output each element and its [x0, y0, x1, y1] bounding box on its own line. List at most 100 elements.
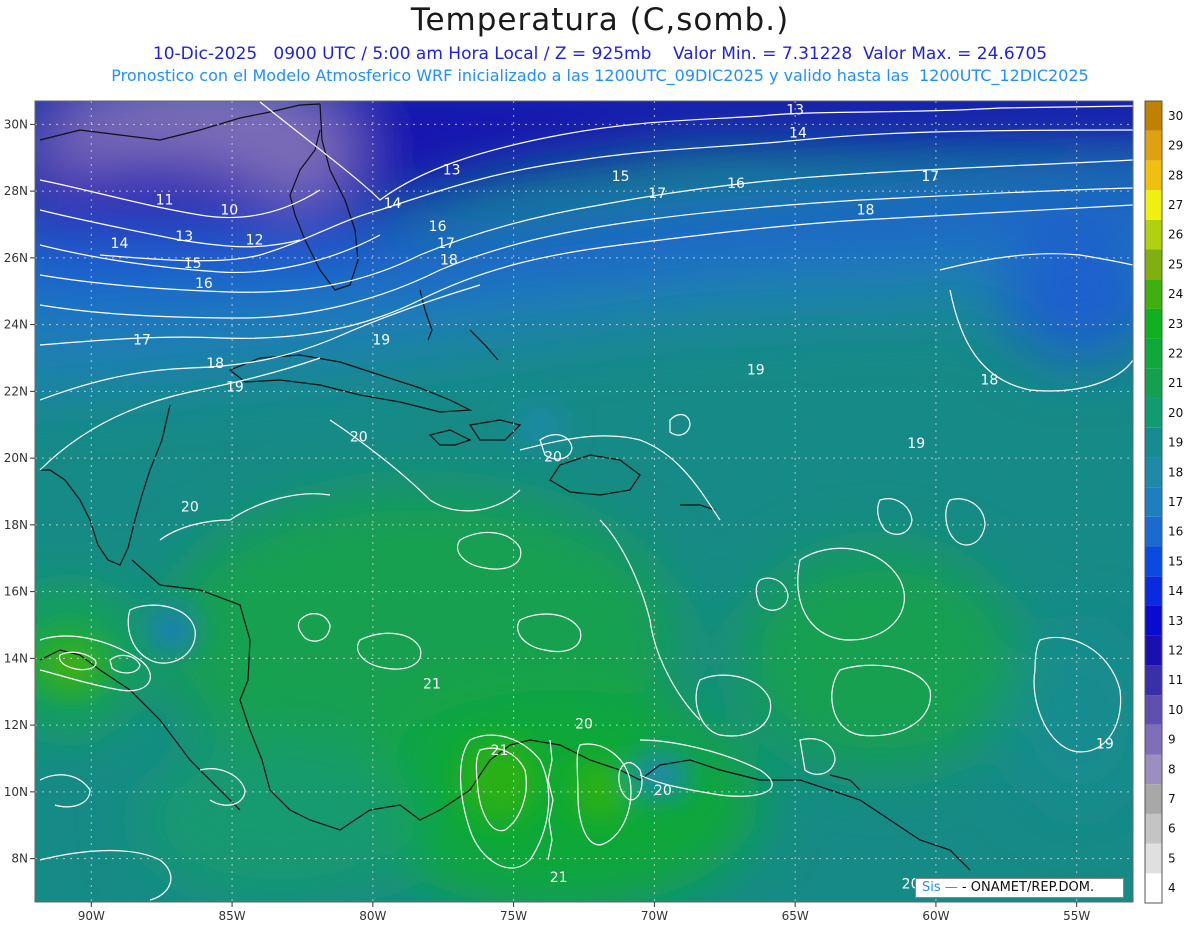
lat-tick-label: 12N	[4, 718, 28, 732]
lon-tick-label: 80W	[359, 909, 386, 923]
lat-tick-label: 18N	[4, 518, 28, 532]
colorbar-label: 5	[1168, 851, 1176, 865]
colorbar-label: 30	[1168, 109, 1183, 123]
contour-label: 20	[350, 429, 368, 445]
colorbar-label: 26	[1168, 228, 1183, 242]
colorbar-label: 15	[1168, 554, 1183, 568]
lat-tick-label: 28N	[4, 184, 28, 198]
lat-tick-label: 30N	[4, 117, 28, 131]
contour-label: 14	[789, 126, 807, 142]
lat-tick-label: 22N	[4, 384, 28, 398]
contour-label: 19	[372, 333, 390, 349]
contour-label: 17	[648, 186, 666, 202]
contour-label: 18	[440, 253, 458, 269]
colorbar-label: 4	[1168, 881, 1176, 895]
colorbar-swatch	[1145, 754, 1162, 785]
colorbar-label: 24	[1168, 287, 1183, 301]
contour-label: 13	[443, 162, 461, 178]
contour-label: 15	[612, 169, 630, 185]
colorbar-label: 14	[1168, 584, 1183, 598]
colorbar-swatch	[1145, 279, 1162, 309]
contour-label: 17	[437, 236, 455, 252]
contour-label: 21	[423, 676, 441, 692]
lon-tick-label: 55W	[1063, 909, 1090, 923]
colorbar-label: 11	[1168, 673, 1183, 687]
contour-label: 13	[175, 229, 193, 245]
colorbar-swatch	[1145, 219, 1162, 250]
contour-label: 19	[907, 436, 925, 452]
lon-tick-label: 90W	[78, 909, 105, 923]
colorbar-label: 8	[1168, 762, 1176, 776]
colorbar-label: 10	[1168, 703, 1183, 717]
lon-tick-label: 70W	[641, 909, 668, 923]
brand-wave-icon: —	[944, 880, 958, 895]
contour-label: 20	[544, 449, 562, 465]
contour-label: 18	[857, 202, 875, 218]
temperature-field: 131413 15 16 1717181110 1413 1216171814151617…	[35, 101, 1133, 902]
colorbar-label: 28	[1168, 168, 1183, 182]
lat-tick-label: 14N	[4, 651, 28, 665]
colorbar-label: 18	[1168, 465, 1183, 479]
colorbar-label: 9	[1168, 733, 1176, 747]
lat-tick-label: 16N	[4, 585, 28, 599]
colorbar-label: 13	[1168, 614, 1183, 628]
contour-label: 19	[1096, 736, 1114, 752]
colorbar-swatch	[1145, 546, 1162, 577]
colorbar-label: 7	[1168, 792, 1176, 806]
colorbar-swatch	[1145, 576, 1162, 606]
lon-tick-label: 85W	[219, 909, 246, 923]
lat-tick-label: 20N	[4, 451, 28, 465]
contour-label: 13	[786, 102, 804, 118]
contour-label: 17	[133, 333, 151, 349]
contour-label: 10	[220, 202, 238, 218]
contour-label: 19	[747, 363, 765, 379]
contour-label: 12	[246, 233, 264, 249]
colorbar-swatch	[1145, 487, 1162, 517]
contour-label: 16	[195, 276, 213, 292]
contour-label: 21	[491, 743, 509, 759]
contour-label: 19	[226, 379, 244, 395]
colorbar-label: 22	[1168, 346, 1183, 360]
contour-label: 18	[206, 356, 224, 372]
contour-label: 21	[550, 870, 568, 886]
colorbar-label: 19	[1168, 436, 1183, 450]
temperature-map: 131413 15 16 1717181110 1413 1216171814151617…	[4, 100, 1183, 923]
colorbar-swatch	[1145, 457, 1162, 488]
contour-label: 15	[184, 256, 202, 272]
colorbar-label: 17	[1168, 495, 1183, 509]
colorbar-swatch	[1145, 873, 1162, 903]
colorbar-label: 25	[1168, 257, 1183, 271]
colorbar-swatch	[1145, 338, 1162, 369]
colorbar-swatch	[1145, 516, 1162, 547]
colorbar-label: 27	[1168, 198, 1183, 212]
colorbar-swatch	[1145, 249, 1162, 280]
credit-brand: Sis	[922, 880, 941, 895]
colorbar-swatch	[1145, 101, 1162, 131]
colorbar-label: 21	[1168, 376, 1183, 390]
lon-tick-label: 60W	[922, 909, 949, 923]
contour-label: 11	[156, 192, 174, 208]
lat-tick-label: 8N	[11, 852, 28, 866]
lon-tick-label: 65W	[782, 909, 809, 923]
credit-text: - ONAMET/REP.DOM.	[961, 880, 1095, 895]
colorbar-swatch	[1145, 190, 1162, 220]
colorbar-swatch	[1145, 695, 1162, 725]
contour-label: 17	[921, 169, 939, 185]
colorbar-label: 29	[1168, 139, 1183, 153]
longitude-axis: 90W 85W 80W 75W 70W 65W 60W 55W	[78, 902, 1090, 923]
contour-label: 20	[654, 783, 672, 799]
colorbar-swatch	[1145, 160, 1162, 191]
colorbar-swatch	[1145, 130, 1162, 161]
contour-label: 20	[181, 500, 199, 516]
colorbar-swatch	[1145, 308, 1162, 339]
colorbar-swatch	[1145, 368, 1162, 399]
colorbar-swatch	[1145, 398, 1162, 428]
latitude-axis: 30N 28N 26N 24N 22N 20N 18N 16N 14N 12N 10N 8N	[4, 117, 35, 866]
colorbar-label: 23	[1168, 317, 1183, 331]
colorbar-swatch	[1145, 724, 1162, 755]
lat-tick-label: 26N	[4, 251, 28, 265]
colorbar-label: 16	[1168, 525, 1183, 539]
contour-label: 16	[727, 176, 745, 192]
contour-label: 16	[429, 219, 447, 235]
colorbar-swatch	[1145, 784, 1162, 814]
